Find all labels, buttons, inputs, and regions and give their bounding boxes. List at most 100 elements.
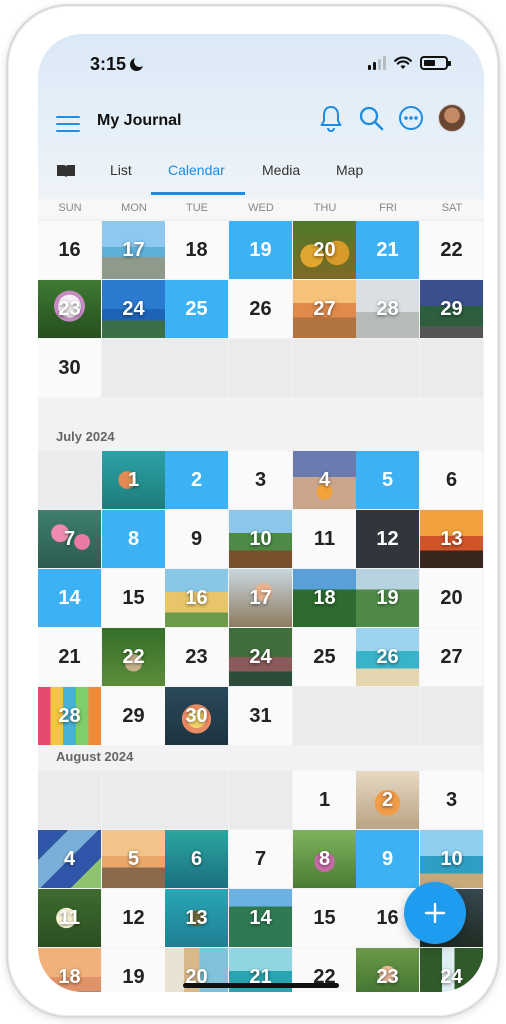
calendar-day[interactable]: 27 <box>420 628 483 686</box>
calendar-day[interactable]: 15 <box>102 569 165 627</box>
calendar-day[interactable]: 18 <box>165 221 228 279</box>
calendar-day[interactable]: 1 <box>293 771 356 829</box>
month-header-july: July 2024 <box>56 429 115 444</box>
empty-day-cell <box>356 339 419 397</box>
tab-list[interactable]: List <box>110 162 132 178</box>
bell-icon[interactable] <box>318 104 344 132</box>
calendar-day[interactable]: 12 <box>102 889 165 947</box>
calendar-day[interactable]: 28 <box>356 280 419 338</box>
calendar-day[interactable]: 24 <box>420 948 483 992</box>
calendar-day[interactable]: 9 <box>356 830 419 888</box>
calendar-day[interactable]: 16 <box>38 221 101 279</box>
calendar-day[interactable]: 22 <box>420 221 483 279</box>
calendar-day[interactable]: 13 <box>165 889 228 947</box>
empty-day-cell <box>420 339 483 397</box>
calendar-day[interactable]: 10 <box>229 510 292 568</box>
calendar-day[interactable]: 30 <box>38 339 101 397</box>
empty-day-cell <box>356 687 419 745</box>
calendar-day[interactable]: 21 <box>38 628 101 686</box>
empty-day-cell <box>165 771 228 829</box>
calendar-day[interactable]: 1 <box>102 451 165 509</box>
calendar-day[interactable]: 14 <box>229 889 292 947</box>
clock: 3:15 <box>90 54 127 74</box>
calendar-day[interactable]: 6 <box>420 451 483 509</box>
calendar-day[interactable]: 19 <box>356 569 419 627</box>
app-bar-actions <box>318 104 466 132</box>
calendar-day[interactable]: 18 <box>38 948 101 992</box>
calendar-day[interactable]: 31 <box>229 687 292 745</box>
tab-calendar[interactable]: Calendar <box>168 162 225 178</box>
calendar-day[interactable]: 20 <box>420 569 483 627</box>
calendar-day[interactable]: 15 <box>293 889 356 947</box>
header-area: 3:15 My Journal List Calendar Media Map <box>38 34 484 199</box>
calendar-day[interactable]: 11 <box>293 510 356 568</box>
page-title: My Journal <box>97 112 182 129</box>
calendar-day[interactable]: 4 <box>293 451 356 509</box>
empty-day-cell <box>293 339 356 397</box>
calendar-day[interactable]: 7 <box>229 830 292 888</box>
empty-day-cell <box>293 687 356 745</box>
calendar-day[interactable]: 24 <box>229 628 292 686</box>
tab-map[interactable]: Map <box>336 162 363 178</box>
empty-day-cell <box>102 339 165 397</box>
calendar-day[interactable]: 8 <box>293 830 356 888</box>
weekday-header: SUN MON TUE WED THU FRI SAT <box>38 199 484 219</box>
menu-icon[interactable] <box>56 116 80 132</box>
calendar-day[interactable]: 2 <box>356 771 419 829</box>
calendar-day[interactable]: 28 <box>38 687 101 745</box>
book-icon[interactable] <box>56 163 76 179</box>
active-tab-indicator <box>151 192 245 195</box>
calendar-day[interactable]: 6 <box>165 830 228 888</box>
calendar-day[interactable]: 16 <box>165 569 228 627</box>
weekday-label: SAT <box>441 202 463 214</box>
calendar-day[interactable]: 20 <box>293 221 356 279</box>
calendar-day[interactable]: 14 <box>38 569 101 627</box>
calendar-day[interactable]: 21 <box>356 221 419 279</box>
add-entry-button[interactable] <box>404 882 466 944</box>
calendar-day[interactable]: 29 <box>420 280 483 338</box>
calendar-day[interactable]: 5 <box>356 451 419 509</box>
search-icon[interactable] <box>358 105 384 131</box>
empty-day-cell <box>102 771 165 829</box>
calendar-grid: July 2024 August 2024 16 17 18 19 20 21 22 23 24… <box>38 219 484 992</box>
month-header-august: August 2024 <box>56 749 134 764</box>
avatar[interactable] <box>438 104 466 132</box>
calendar-day[interactable]: 2 <box>165 451 228 509</box>
calendar-day[interactable]: 8 <box>102 510 165 568</box>
calendar-day[interactable]: 30 <box>165 687 228 745</box>
weekday-label: FRI <box>379 202 397 214</box>
home-indicator <box>183 983 339 988</box>
calendar-day[interactable]: 13 <box>420 510 483 568</box>
status-time: 3:15 <box>90 54 146 75</box>
more-options-icon[interactable] <box>398 105 424 131</box>
calendar-day[interactable]: 19 <box>229 221 292 279</box>
calendar-day[interactable]: 3 <box>420 771 483 829</box>
calendar-day[interactable]: 18 <box>293 569 356 627</box>
calendar-day[interactable]: 5 <box>102 830 165 888</box>
calendar-day[interactable]: 26 <box>356 628 419 686</box>
calendar-day[interactable]: 17 <box>102 221 165 279</box>
tab-media[interactable]: Media <box>262 162 300 178</box>
empty-day-cell <box>229 771 292 829</box>
calendar-day[interactable]: 17 <box>229 569 292 627</box>
calendar-day[interactable]: 10 <box>420 830 483 888</box>
calendar-day[interactable]: 25 <box>293 628 356 686</box>
calendar-day[interactable]: 25 <box>165 280 228 338</box>
calendar-day[interactable]: 23 <box>165 628 228 686</box>
calendar-day[interactable]: 4 <box>38 830 101 888</box>
calendar-day[interactable]: 12 <box>356 510 419 568</box>
calendar-day[interactable]: 11 <box>38 889 101 947</box>
calendar-day[interactable]: 24 <box>102 280 165 338</box>
calendar-day[interactable]: 23 <box>356 948 419 992</box>
empty-day-cell <box>165 339 228 397</box>
calendar-day[interactable]: 3 <box>229 451 292 509</box>
calendar-day[interactable]: 27 <box>293 280 356 338</box>
calendar-day[interactable]: 19 <box>102 948 165 992</box>
battery-icon <box>420 56 451 70</box>
calendar-day[interactable]: 7 <box>38 510 101 568</box>
calendar-day[interactable]: 29 <box>102 687 165 745</box>
calendar-day[interactable]: 23 <box>38 280 101 338</box>
calendar-day[interactable]: 26 <box>229 280 292 338</box>
calendar-day[interactable]: 22 <box>102 628 165 686</box>
calendar-day[interactable]: 9 <box>165 510 228 568</box>
